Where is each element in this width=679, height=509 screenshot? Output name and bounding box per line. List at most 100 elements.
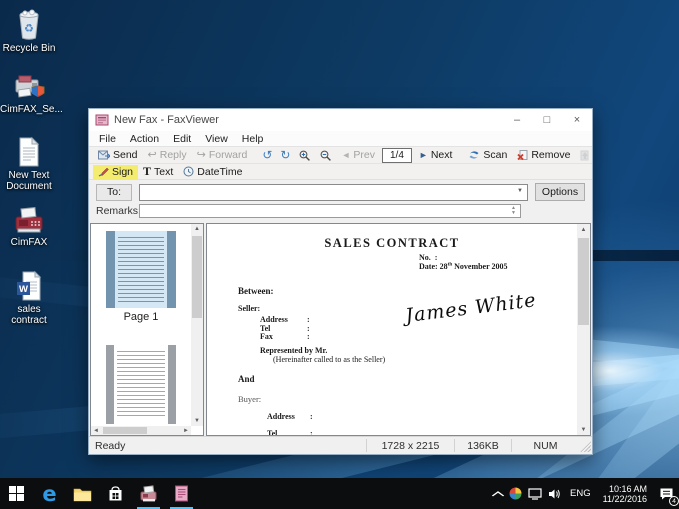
windows-logo-icon <box>9 486 24 501</box>
scroll-right-icon[interactable]: ► <box>181 428 191 434</box>
desktop-icon-label: CimFAX <box>0 237 58 248</box>
text-tool-icon: T <box>143 166 151 177</box>
close-button[interactable]: × <box>562 109 592 131</box>
taskbar-store[interactable] <box>99 478 132 509</box>
move-up-button[interactable]: Move Up <box>575 148 592 162</box>
tray-network[interactable] <box>525 478 545 509</box>
rotate-left-icon: ↺ <box>262 149 272 161</box>
desktop-icon-label: New Text Document <box>0 170 58 192</box>
forward-button[interactable]: ↪ Forward <box>192 148 253 162</box>
and-label: And <box>238 374 255 384</box>
taskbar-faxviewer[interactable] <box>165 478 198 509</box>
page-indicator[interactable]: 1/4 <box>382 148 412 163</box>
scroll-up-icon[interactable]: ▲ <box>577 224 590 235</box>
zoom-out-button[interactable] <box>315 149 336 162</box>
compose-panel: To: ▼ Options Remarks: ▲ ▼ <box>89 179 592 222</box>
zoom-out-icon <box>320 150 331 161</box>
scrollbar-thumb[interactable] <box>192 236 202 318</box>
between-label: Between: <box>238 286 274 296</box>
menu-action[interactable]: Action <box>123 133 166 145</box>
desktop-icon-sales-contract[interactable]: W sales contract <box>0 268 58 326</box>
sign-button[interactable]: Sign <box>93 165 138 179</box>
thumbnail-page-2[interactable]: Page 2 <box>106 345 176 426</box>
send-button[interactable]: Send <box>93 148 143 162</box>
faxviewer-app-icon <box>95 114 109 126</box>
scroll-down-icon[interactable]: ▼ <box>577 424 590 435</box>
fax-page[interactable]: SALES CONTRACT No. : Date: 28th November… <box>207 224 577 435</box>
status-ready: Ready <box>89 440 366 452</box>
word-doc-icon: W <box>0 268 58 302</box>
desktop-icon-cimfax[interactable]: CimFAX <box>0 201 58 248</box>
desktop-icon-label: CimFAX_Se... <box>0 104 58 115</box>
document-vertical-scrollbar[interactable]: ▲ ▼ <box>577 224 590 435</box>
text-tool-button[interactable]: T Text <box>138 165 178 179</box>
recipient-combobox[interactable]: ▼ <box>139 184 528 201</box>
forward-icon: ↪ <box>197 150 206 160</box>
tray-language[interactable]: ENG <box>564 478 597 509</box>
chevron-up-icon <box>491 491 505 497</box>
desktop-screen: ♻ Recycle Bin CimFAX_Se... <box>0 0 679 509</box>
remarks-input[interactable]: ▲ ▼ <box>139 204 521 218</box>
next-page-button[interactable]: ► Next <box>414 148 458 162</box>
thumbnail-vertical-scrollbar[interactable]: ▲ ▼ <box>191 224 203 426</box>
status-numlock: NUM <box>511 439 579 452</box>
handwritten-signature[interactable]: James White <box>404 287 556 327</box>
scrollbar-thumb[interactable] <box>103 427 147 434</box>
desktop-icon-label: sales contract <box>0 304 58 326</box>
tray-volume[interactable] <box>545 478 564 509</box>
menu-file[interactable]: File <box>92 133 123 145</box>
taskbar-file-explorer[interactable] <box>66 478 99 509</box>
reply-button[interactable]: ↩ Reply <box>143 148 192 162</box>
main-toolbar: Send ↩ Reply ↪ Forward ↺ ↻ <box>89 146 592 163</box>
minimize-button[interactable]: – <box>502 109 532 131</box>
status-bar: Ready 1728 x 2215 136KB NUM <box>89 436 592 454</box>
spinner-icons[interactable]: ▲ ▼ <box>508 205 519 217</box>
menu-help[interactable]: Help <box>235 133 271 145</box>
start-button[interactable] <box>0 478 33 509</box>
menu-edit[interactable]: Edit <box>166 133 198 145</box>
reply-icon: ↩ <box>148 150 157 160</box>
maximize-button[interactable]: □ <box>532 109 562 131</box>
scroll-left-icon[interactable]: ◄ <box>91 428 101 434</box>
zoom-in-icon <box>299 150 310 161</box>
scan-button[interactable]: Scan <box>463 148 512 162</box>
scroll-up-icon[interactable]: ▲ <box>191 224 203 234</box>
status-dimensions: 1728 x 2215 <box>366 439 454 452</box>
taskbar-cimfax[interactable] <box>132 478 165 509</box>
remove-button[interactable]: Remove <box>512 148 575 162</box>
window-titlebar[interactable]: New Fax - FaxViewer – □ × <box>89 109 592 131</box>
tray-show-hidden-icons[interactable] <box>487 478 509 509</box>
represented-by-line: Represented by Mr. <box>260 346 327 355</box>
svg-text:♻: ♻ <box>24 22 34 35</box>
scroll-down-icon[interactable]: ▼ <box>191 416 203 426</box>
window-title: New Fax - FaxViewer <box>114 114 502 126</box>
datetime-button[interactable]: DateTime <box>178 165 247 179</box>
scrollbar-thumb[interactable] <box>578 238 589 325</box>
rotate-right-button[interactable]: ↻ <box>276 148 294 162</box>
faxviewer-window: New Fax - FaxViewer – □ × File Action Ed… <box>88 108 593 455</box>
desktop-icon-new-text-document[interactable]: New Text Document <box>0 134 58 192</box>
remove-icon <box>517 150 528 161</box>
menu-view[interactable]: View <box>198 133 235 145</box>
buyer-address-row: Address: <box>267 412 313 421</box>
to-button[interactable]: To: <box>96 184 132 201</box>
notification-badge: 4 <box>669 496 679 506</box>
desktop-icon-cimfax-setup[interactable]: CimFAX_Se... <box>0 68 58 115</box>
taskbar-edge-browser[interactable]: e <box>33 478 66 509</box>
prev-page-button[interactable]: ◄ Prev <box>336 148 380 162</box>
resize-grip[interactable] <box>579 440 591 452</box>
status-filesize: 136KB <box>454 439 511 452</box>
seller-address-row: Address: <box>260 315 310 324</box>
thumbnail-panel: Page 1 Page 2 ▲ ▼ ◄ ► <box>90 223 204 436</box>
rotate-left-button[interactable]: ↺ <box>258 148 276 162</box>
fax-document-icon <box>174 485 189 502</box>
tray-action-center[interactable]: 4 <box>653 478 679 509</box>
tray-clock[interactable]: 10:16 AM 11/22/2016 <box>597 484 653 504</box>
zoom-in-button[interactable] <box>294 149 315 162</box>
viewer-content: Page 1 Page 2 ▲ ▼ ◄ ► <box>89 222 592 436</box>
thumbnail-page-1[interactable]: Page 1 <box>106 231 176 323</box>
thumbnail-horizontal-scrollbar[interactable]: ◄ ► <box>91 426 191 435</box>
options-button[interactable]: Options <box>535 183 585 201</box>
folder-icon <box>73 486 92 502</box>
desktop-icon-recycle-bin[interactable]: ♻ Recycle Bin <box>0 7 58 54</box>
